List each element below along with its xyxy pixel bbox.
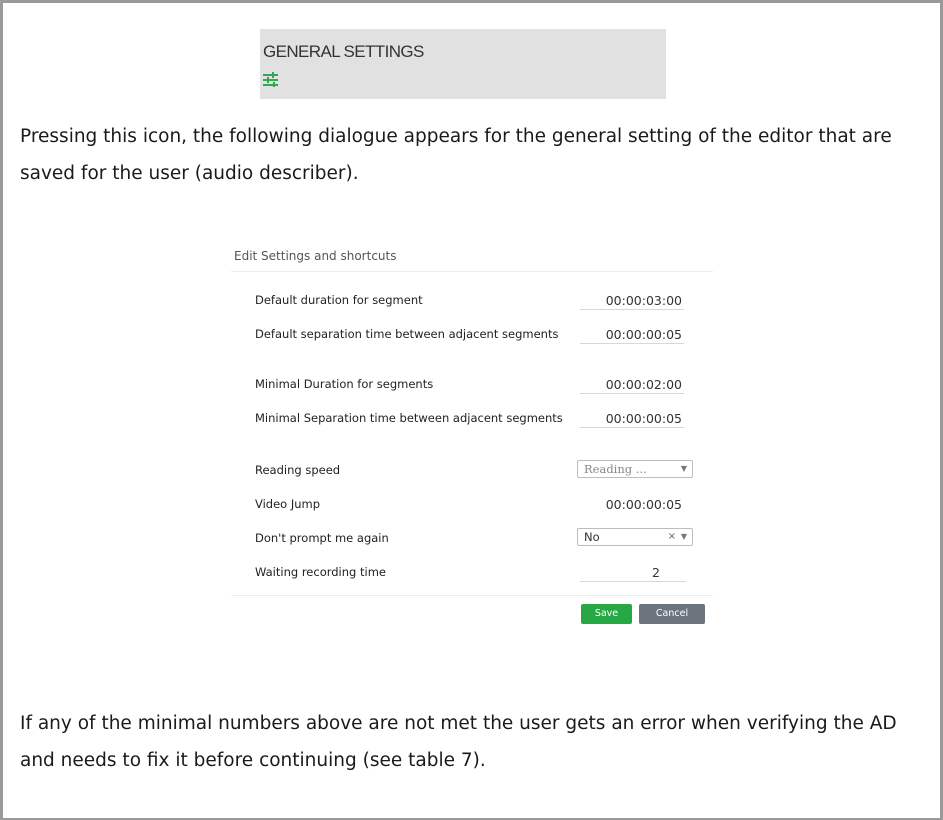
- chevron-down-icon[interactable]: ▼: [681, 529, 687, 545]
- select-value: No: [584, 530, 600, 544]
- cancel-button[interactable]: Cancel: [639, 604, 705, 624]
- divider: [231, 271, 713, 272]
- minimal-duration-input[interactable]: 00:00:02:00: [580, 377, 684, 394]
- setting-label: Minimal Separation time between adjacent…: [255, 411, 563, 425]
- edit-settings-dialog: Edit Settings and shortcuts Default dura…: [231, 240, 715, 630]
- setting-label: Don't prompt me again: [255, 531, 389, 545]
- setting-label: Waiting recording time: [255, 565, 386, 579]
- setting-label: Default duration for segment: [255, 293, 423, 307]
- default-separation-input[interactable]: 00:00:00:05: [580, 327, 684, 344]
- setting-label: Default separation time between adjacent…: [255, 327, 559, 341]
- setting-label: Video Jump: [255, 497, 321, 511]
- setting-label: Reading speed: [255, 463, 341, 477]
- close-icon[interactable]: ×: [668, 529, 676, 545]
- setting-label: Minimal Duration for segments: [255, 377, 434, 391]
- sliders-icon[interactable]: [263, 71, 278, 87]
- minimal-separation-input[interactable]: 00:00:00:05: [580, 411, 684, 428]
- divider: [231, 595, 713, 596]
- general-settings-banner: GENERAL SETTINGS: [260, 29, 666, 99]
- video-jump-input[interactable]: 00:00:00:05: [580, 497, 684, 514]
- note-paragraph: If any of the minimal numbers above are …: [20, 713, 897, 771]
- reading-speed-select[interactable]: Reading ... ▼: [577, 460, 693, 478]
- intro-paragraph: Pressing this icon, the following dialog…: [20, 126, 892, 184]
- select-value: Reading ...: [584, 462, 647, 476]
- chevron-down-icon[interactable]: ▼: [681, 461, 687, 477]
- document-frame: GENERAL SETTINGS Pressing this icon, the…: [0, 0, 943, 820]
- dont-prompt-select[interactable]: No × ▼: [577, 528, 693, 546]
- save-button[interactable]: Save: [581, 604, 632, 624]
- waiting-recording-input[interactable]: 2: [580, 565, 686, 582]
- general-settings-title: GENERAL SETTINGS: [263, 42, 424, 61]
- dialog-title: Edit Settings and shortcuts: [234, 249, 397, 263]
- default-duration-input[interactable]: 00:00:03:00: [580, 293, 684, 310]
